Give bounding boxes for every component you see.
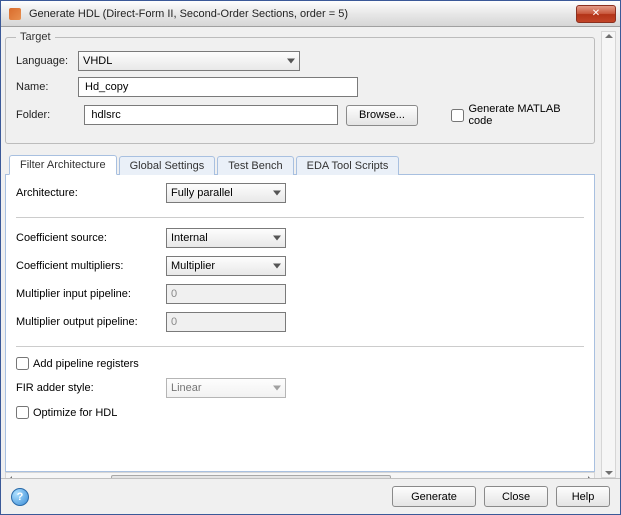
language-label: Language: xyxy=(16,55,78,67)
scroll-up-icon xyxy=(605,34,613,38)
help-button[interactable]: Help xyxy=(556,486,610,507)
name-input[interactable] xyxy=(78,77,358,97)
content: Target Language: VHDL Name: Folder: xyxy=(5,31,601,478)
coef-source-value: Internal xyxy=(171,232,208,244)
tab-test-bench[interactable]: Test Bench xyxy=(217,156,293,175)
fir-adder-select: Linear xyxy=(166,378,286,398)
target-group: Target Language: VHDL Name: Folder: xyxy=(5,31,595,144)
titlebar: Generate HDL (Direct-Form II, Second-Ord… xyxy=(1,1,620,27)
chevron-down-icon xyxy=(273,264,281,269)
tab-eda-tool-scripts[interactable]: EDA Tool Scripts xyxy=(296,156,400,175)
language-row: Language: VHDL xyxy=(16,51,584,71)
optimize-row: Optimize for HDL xyxy=(16,406,584,419)
optimize-checkbox[interactable] xyxy=(16,406,29,419)
coef-mult-value: Multiplier xyxy=(171,260,215,272)
name-field[interactable] xyxy=(83,80,353,94)
dialog-window: Generate HDL (Direct-Form II, Second-Ord… xyxy=(0,0,621,515)
coef-mult-row: Coefficient multipliers: Multiplier xyxy=(16,256,584,276)
mult-in-row: Multiplier input pipeline: 0 xyxy=(16,284,584,304)
scroll-right-icon xyxy=(588,476,592,479)
vertical-scrollbar[interactable] xyxy=(601,31,616,478)
browse-button[interactable]: Browse... xyxy=(346,105,418,126)
architecture-select[interactable]: Fully parallel xyxy=(166,183,286,203)
content-outer: Target Language: VHDL Name: Folder: xyxy=(1,27,620,478)
coef-mult-select[interactable]: Multiplier xyxy=(166,256,286,276)
add-pipeline-checkbox[interactable] xyxy=(16,357,29,370)
add-pipeline-label: Add pipeline registers xyxy=(33,358,139,370)
mult-out-label: Multiplier output pipeline: xyxy=(16,316,166,328)
architecture-value: Fully parallel xyxy=(171,187,233,199)
mult-in-value: 0 xyxy=(171,288,177,300)
tabs-wrap: Filter Architecture Global Settings Test… xyxy=(5,150,595,478)
divider xyxy=(16,346,584,347)
chevron-down-icon xyxy=(287,59,295,64)
divider xyxy=(16,217,584,218)
mult-in-input[interactable]: 0 xyxy=(166,284,286,304)
coef-mult-label: Coefficient multipliers: xyxy=(16,260,166,272)
fir-adder-row: FIR adder style: Linear xyxy=(16,378,584,398)
folder-row: Folder: Browse... Generate MATLAB code xyxy=(16,103,584,127)
coef-source-select[interactable]: Internal xyxy=(166,228,286,248)
mult-out-value: 0 xyxy=(171,316,177,328)
tab-panel-filter-architecture: Architecture: Fully parallel Coefficient… xyxy=(5,175,595,472)
tab-filter-architecture[interactable]: Filter Architecture xyxy=(9,155,117,175)
name-label: Name: xyxy=(16,81,78,93)
fir-adder-value: Linear xyxy=(171,382,202,394)
tab-strip: Filter Architecture Global Settings Test… xyxy=(5,154,595,175)
add-pipeline-row: Add pipeline registers xyxy=(16,357,584,370)
scroll-down-icon xyxy=(605,471,613,475)
gen-matlab-row: Generate MATLAB code xyxy=(451,103,584,127)
gen-matlab-label: Generate MATLAB code xyxy=(468,103,584,127)
architecture-row: Architecture: Fully parallel xyxy=(16,183,584,203)
chevron-down-icon xyxy=(273,386,281,391)
target-legend: Target xyxy=(16,31,55,43)
window-title: Generate HDL (Direct-Form II, Second-Ord… xyxy=(29,8,576,20)
optimize-label: Optimize for HDL xyxy=(33,407,117,419)
scroll-thumb[interactable] xyxy=(111,475,391,478)
mult-out-row: Multiplier output pipeline: 0 xyxy=(16,312,584,332)
scroll-left-icon xyxy=(8,476,12,479)
tab-global-settings[interactable]: Global Settings xyxy=(119,156,216,175)
help-icon[interactable]: ? xyxy=(11,488,29,506)
horizontal-scrollbar[interactable] xyxy=(5,472,595,478)
mult-out-input[interactable]: 0 xyxy=(166,312,286,332)
matlab-icon xyxy=(7,6,23,22)
architecture-label: Architecture: xyxy=(16,187,166,199)
chevron-down-icon xyxy=(273,236,281,241)
close-button[interactable]: Close xyxy=(484,486,548,507)
window-close-button[interactable]: ✕ xyxy=(576,5,616,23)
folder-field[interactable] xyxy=(89,108,333,122)
name-row: Name: xyxy=(16,77,584,97)
folder-input[interactable] xyxy=(84,105,338,125)
folder-label: Folder: xyxy=(16,109,76,121)
fir-adder-label: FIR adder style: xyxy=(16,382,166,394)
coef-source-row: Coefficient source: Internal xyxy=(16,228,584,248)
mult-in-label: Multiplier input pipeline: xyxy=(16,288,166,300)
close-icon: ✕ xyxy=(592,8,600,19)
language-select[interactable]: VHDL xyxy=(78,51,300,71)
language-value: VHDL xyxy=(83,55,112,67)
generate-button[interactable]: Generate xyxy=(392,486,476,507)
chevron-down-icon xyxy=(273,191,281,196)
footer: ? Generate Close Help xyxy=(1,478,620,514)
coef-source-label: Coefficient source: xyxy=(16,232,166,244)
gen-matlab-checkbox[interactable] xyxy=(451,109,464,122)
